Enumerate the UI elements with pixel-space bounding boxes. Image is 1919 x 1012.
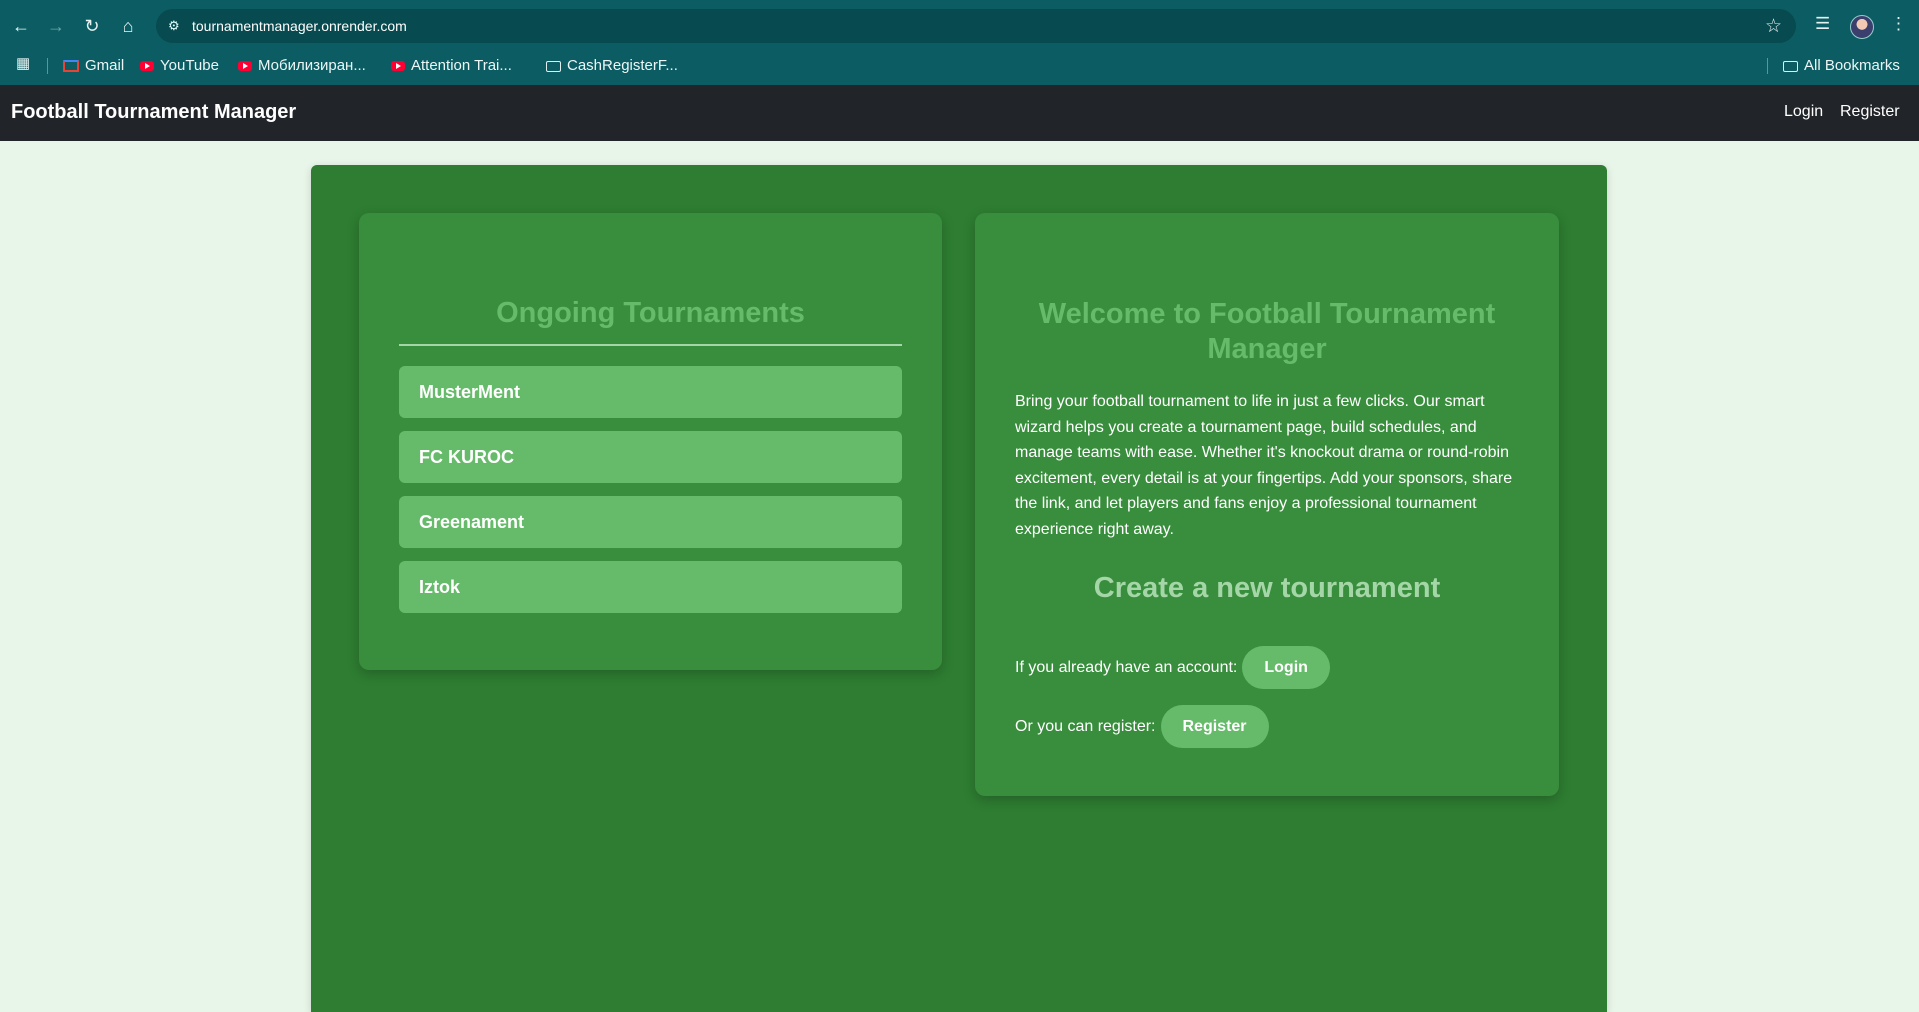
media-controls-icon[interactable]: ☰ <box>1815 14 1830 34</box>
brand-title[interactable]: Football Tournament Manager <box>11 101 296 124</box>
register-row: Or you can register: Register <box>1015 705 1269 748</box>
bookmark-gmail[interactable]: Gmail <box>63 52 124 80</box>
main-container: Ongoing Tournaments MusterMent FC KUROC … <box>311 165 1607 1012</box>
tournament-item-musterment[interactable]: MusterMent <box>399 366 902 418</box>
login-prompt: If you already have an account: <box>1015 658 1238 676</box>
welcome-heading: Welcome to Football Tournament Manager <box>1038 298 1496 365</box>
gmail-icon <box>63 60 79 73</box>
youtube-icon <box>140 61 154 72</box>
tournament-item-iztok[interactable]: Iztok <box>399 561 902 613</box>
bookmark-star-icon[interactable]: ☆ <box>1765 15 1782 38</box>
create-tournament-heading: Create a new tournament <box>1093 572 1441 604</box>
welcome-intro-text: Bring your football tournament to life i… <box>1015 393 1513 538</box>
ongoing-tournaments-heading: Ongoing Tournaments <box>496 297 805 329</box>
login-button[interactable]: Login <box>1242 646 1330 689</box>
tournament-item-greenament[interactable]: Greenament <box>399 496 902 548</box>
bookmarks-divider-right <box>1767 58 1768 74</box>
welcome-card: Welcome to Football Tournament Manager B… <box>975 213 1559 796</box>
register-prompt: Or you can register: <box>1015 717 1156 735</box>
bookmark-cashregister[interactable]: CashRegisterF... <box>546 52 678 80</box>
url-text[interactable]: tournamentmanager.onrender.com <box>192 18 407 34</box>
youtube-icon <box>238 61 252 72</box>
profile-avatar[interactable] <box>1850 15 1874 39</box>
menu-kebab-icon[interactable]: ⋮ <box>1890 14 1907 34</box>
bookmarks-bar: Gmail YouTube Мобилизиран... Attention T… <box>0 52 1919 82</box>
folder-icon <box>1783 60 1798 72</box>
back-arrow-icon[interactable]: ← <box>9 14 33 38</box>
bookmark-youtube[interactable]: YouTube <box>140 52 219 80</box>
app-navbar: Football Tournament Manager Login Regist… <box>0 85 1919 141</box>
login-row: If you already have an account: Login <box>1015 646 1330 689</box>
youtube-icon <box>391 61 405 72</box>
reload-icon[interactable]: ↻ <box>80 14 104 38</box>
folder-icon <box>546 60 561 72</box>
tournament-item-fc-kuroc[interactable]: FC KUROC <box>399 431 902 483</box>
bookmark-attention[interactable]: Attention Trai... <box>391 52 512 80</box>
address-bar[interactable]: ⚙ tournamentmanager.onrender.com ☆ <box>156 9 1796 43</box>
ongoing-tournaments-card: Ongoing Tournaments MusterMent FC KUROC … <box>359 213 942 670</box>
register-button[interactable]: Register <box>1160 705 1269 748</box>
forward-arrow-icon[interactable]: → <box>44 14 68 38</box>
bookmark-mobiliziran[interactable]: Мобилизиран... <box>238 52 366 80</box>
nav-login-link[interactable]: Login <box>1784 103 1823 121</box>
site-info-icon[interactable]: ⚙ <box>168 17 186 35</box>
home-icon[interactable]: ⌂ <box>116 14 140 38</box>
all-bookmarks[interactable]: All Bookmarks <box>1783 52 1900 80</box>
nav-register-link[interactable]: Register <box>1840 103 1900 121</box>
heading-divider <box>399 344 902 346</box>
